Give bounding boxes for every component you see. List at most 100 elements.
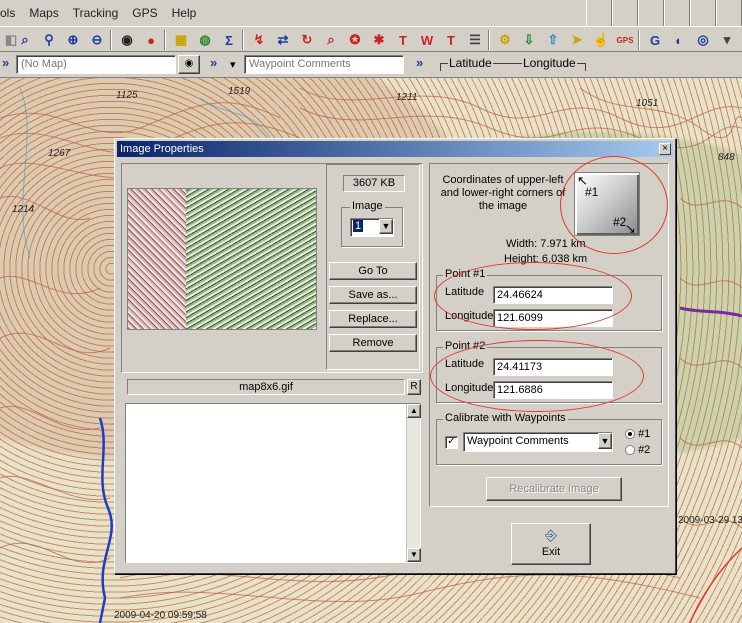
map-elevation-label: 1519 bbox=[228, 86, 251, 97]
calibrate-waypoint-select[interactable]: Waypoint Comments ▼ bbox=[463, 432, 613, 452]
symbol-icon[interactable]: Σ bbox=[218, 29, 240, 51]
chevron-right-icon[interactable]: » bbox=[416, 55, 423, 70]
map-elevation-label: 1267 bbox=[48, 148, 71, 159]
view-icon[interactable]: ◉ bbox=[116, 29, 138, 51]
exit-button[interactable]: ⎆ Exit bbox=[511, 523, 591, 565]
chevron-down-icon[interactable]: ▼ bbox=[598, 433, 612, 449]
text-icon[interactable]: T bbox=[392, 29, 414, 51]
close-icon[interactable]: × bbox=[659, 143, 671, 155]
image-number-select[interactable]: 1 ▼ bbox=[350, 218, 394, 237]
filename-label: map8x6.gif bbox=[127, 379, 405, 395]
waypoint-icon[interactable]: ✪ bbox=[344, 29, 366, 51]
goto-button[interactable]: Go To bbox=[329, 262, 417, 280]
network-icon[interactable]: ◎ bbox=[692, 29, 714, 51]
exit-label: Exit bbox=[541, 546, 561, 558]
magnify-icon[interactable]: ⌕ bbox=[320, 29, 342, 51]
map-elevation-label: 848 bbox=[718, 152, 735, 163]
text-tool-icon[interactable]: T bbox=[440, 29, 462, 51]
radio-2[interactable]: #2 bbox=[625, 444, 650, 456]
route-icon[interactable]: ↯ bbox=[248, 29, 270, 51]
waypoint-label-selector[interactable]: Waypoint Comments bbox=[244, 55, 404, 74]
track-timestamp: 2009-03-29 13 bbox=[678, 515, 742, 526]
list-icon[interactable]: ☰ bbox=[464, 29, 486, 51]
search-icon[interactable]: ⚲ bbox=[38, 29, 60, 51]
notes-textarea[interactable]: ▲ ▼ bbox=[125, 403, 421, 563]
grid-icon[interactable]: ▦ bbox=[170, 29, 192, 51]
menu-tools[interactable]: ols bbox=[0, 6, 15, 20]
gps-icon[interactable]: GPS bbox=[614, 29, 636, 51]
toolbar-slot[interactable] bbox=[586, 0, 612, 26]
google-icon[interactable]: G bbox=[644, 29, 666, 51]
rename-button[interactable]: R bbox=[407, 379, 421, 395]
calibrate-group: Calibrate with Waypoints ✓ Waypoint Comm… bbox=[436, 412, 662, 465]
download-icon[interactable]: ⇩ bbox=[518, 29, 540, 51]
chevron-down-icon[interactable]: ▾ bbox=[230, 58, 236, 71]
chevron-right-icon[interactable]: » bbox=[210, 55, 217, 70]
transfer-icon[interactable]: ⇄ bbox=[272, 29, 294, 51]
menu-maps[interactable]: Maps bbox=[29, 6, 58, 20]
save-as-button[interactable]: Save as... bbox=[329, 286, 417, 304]
replace-button[interactable]: Replace... bbox=[329, 310, 417, 328]
find-icon[interactable]: ⌕ bbox=[14, 29, 36, 51]
scroll-down-icon[interactable]: ▼ bbox=[407, 548, 421, 562]
track-icon[interactable]: ✱ bbox=[368, 29, 390, 51]
menu-gps[interactable]: GPS bbox=[132, 6, 157, 20]
color-icon[interactable]: ● bbox=[140, 29, 162, 51]
dropdown-icon[interactable]: ▾ bbox=[716, 29, 738, 51]
coordinate-header: Latitude Longitude bbox=[440, 54, 586, 74]
chevron-down-icon[interactable]: ▼ bbox=[379, 219, 393, 234]
recalibrate-button[interactable]: Recalibrate Image bbox=[486, 477, 622, 501]
file-size-label: 3607 KB bbox=[343, 175, 405, 192]
gps-track bbox=[98, 417, 113, 623]
image-group-label: Image bbox=[350, 200, 385, 212]
map-option-button[interactable]: ◉ bbox=[178, 55, 200, 74]
zoom-in-icon[interactable]: ⊕ bbox=[62, 29, 84, 51]
radio-1[interactable]: #1 bbox=[625, 428, 650, 440]
longitude-header: Longitude bbox=[522, 56, 577, 70]
preview-panel: 3607 KB Image 1 ▼ Go To Save as... Repla… bbox=[121, 163, 423, 373]
hand-icon[interactable]: ☝ bbox=[590, 29, 612, 51]
menu-bar: ols Maps Tracking GPS Help bbox=[0, 0, 742, 26]
gps-receiver-icon[interactable]: ⚙ bbox=[494, 29, 516, 51]
refresh-icon[interactable]: ↻ bbox=[296, 29, 318, 51]
radio-1-label: #1 bbox=[638, 428, 651, 440]
image-number-value: 1 bbox=[353, 220, 364, 232]
globe-icon[interactable]: ◍ bbox=[194, 29, 216, 51]
calibrate-title: Calibrate with Waypoints bbox=[443, 412, 568, 424]
map-selector[interactable]: (No Map) bbox=[16, 55, 176, 74]
toolbar-slot[interactable] bbox=[638, 0, 664, 26]
remove-button[interactable]: Remove bbox=[329, 334, 417, 352]
exit-door-icon: ⎆ bbox=[544, 527, 557, 544]
map-elevation-label: 1125 bbox=[116, 90, 138, 101]
earth-icon[interactable]: ◐ bbox=[668, 29, 690, 51]
calibrate-checkbox[interactable]: ✓ bbox=[445, 436, 458, 449]
toolbar-slot[interactable] bbox=[664, 0, 690, 26]
map-selection-bar: » (No Map) ◉ » ▾ Waypoint Comments » Lat… bbox=[0, 52, 742, 78]
notes-scrollbar[interactable]: ▲ ▼ bbox=[406, 404, 421, 562]
write-icon[interactable]: W bbox=[416, 29, 438, 51]
zoom-out-icon[interactable]: ⊖ bbox=[86, 29, 108, 51]
menu-help[interactable]: Help bbox=[172, 6, 197, 20]
pointer-icon[interactable]: ➤ bbox=[566, 29, 588, 51]
latitude-header: Latitude bbox=[448, 56, 493, 70]
track-timestamp: 2009-04-20 09:59:58 bbox=[114, 610, 207, 621]
upload-icon[interactable]: ⇧ bbox=[542, 29, 564, 51]
map-elevation-label: 1051 bbox=[636, 98, 659, 109]
annotation-ellipse bbox=[430, 340, 644, 412]
map-elevation-label: 1214 bbox=[12, 204, 35, 215]
calibrate-waypoint-value: Waypoint Comments bbox=[467, 435, 569, 447]
image-number-group: Image 1 ▼ bbox=[341, 200, 403, 247]
scroll-up-icon[interactable]: ▲ bbox=[407, 404, 421, 418]
map-elevation-label: 1211 bbox=[396, 92, 418, 103]
menu-tracking[interactable]: Tracking bbox=[73, 6, 119, 20]
dialog-titlebar[interactable]: Image Properties × bbox=[117, 141, 673, 157]
coords-description: Coordinates of upper-left and lower-righ… bbox=[440, 174, 566, 212]
toolbar-slot[interactable] bbox=[690, 0, 716, 26]
image-thumbnail bbox=[127, 188, 317, 330]
width-readout: Width: 7.971 km bbox=[506, 238, 586, 250]
toolbar-slot[interactable] bbox=[716, 0, 742, 26]
radio-2-label: #2 bbox=[638, 444, 651, 456]
toolbar-slot[interactable] bbox=[612, 0, 638, 26]
annotation-ellipse bbox=[560, 156, 668, 254]
chevron-right-icon[interactable]: » bbox=[2, 55, 9, 70]
